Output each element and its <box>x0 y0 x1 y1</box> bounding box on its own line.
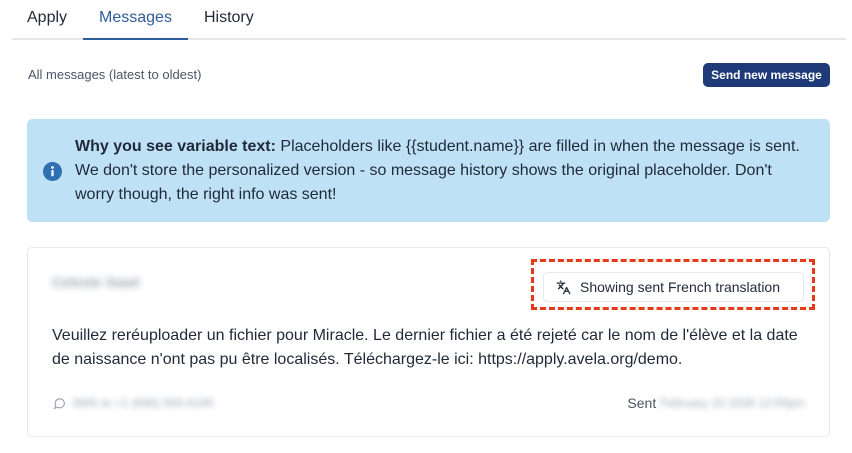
translation-toggle[interactable]: Showing sent French translation <box>543 272 804 302</box>
info-banner: Why you see variable text: Placeholders … <box>27 119 830 222</box>
message-body: Veuillez reréuploader un fichier pour Mi… <box>52 327 798 368</box>
translation-label: Showing sent French translation <box>580 279 780 295</box>
tab-messages[interactable]: Messages <box>83 0 188 40</box>
tab-bar: Apply Messages History <box>12 0 846 40</box>
sent-label: Sent <box>627 395 657 411</box>
tab-history[interactable]: History <box>188 0 270 38</box>
message-sender: Celeste Saad <box>52 274 140 290</box>
message-channel: SMS to +1 (646) 555-0245 <box>53 396 214 410</box>
translate-icon <box>556 280 571 294</box>
chat-bubble-icon <box>53 397 65 409</box>
send-new-message-button[interactable]: Send new message <box>703 63 830 87</box>
channel-text: SMS to +1 (646) 555-0245 <box>72 396 214 410</box>
sent-date: February 10 2026 12:50pm <box>660 396 805 410</box>
info-icon <box>43 162 62 181</box>
tab-apply[interactable]: Apply <box>12 0 83 38</box>
message-sent-info: Sent February 10 2026 12:50pm <box>627 395 805 411</box>
message-card: Celeste Saad Showing sent French transla… <box>27 247 830 437</box>
messages-subtitle: All messages (latest to oldest) <box>28 67 202 82</box>
info-banner-title: Why you see variable text: <box>75 138 276 155</box>
